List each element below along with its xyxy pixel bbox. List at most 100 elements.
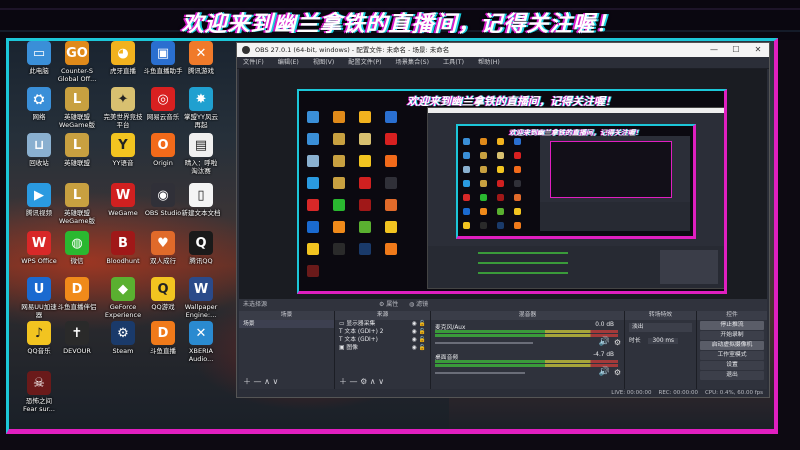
preview-mini-icon [359, 221, 371, 233]
menu-file[interactable]: 文件(F) [243, 59, 264, 66]
close-icon[interactable]: ✕ [747, 43, 769, 57]
settings-button[interactable]: 设置 [700, 361, 764, 370]
preview-mini-icon [359, 133, 371, 145]
exit-button[interactable]: 退出 [700, 371, 764, 380]
obs-titlebar[interactable]: OBS 27.0.1 (64-bit, windows) - 配置文件: 未命名… [237, 43, 769, 57]
geforce-icon: ◆ [111, 277, 135, 301]
menu-profile[interactable]: 配置文件(P) [348, 59, 381, 66]
computer-icon: ▭ [27, 41, 51, 65]
it-takes-two-icon: ♥ [151, 231, 175, 255]
track-db: 0.0 dB [595, 322, 614, 328]
speaker-icon[interactable]: 🔊 [599, 337, 610, 347]
obs-preview[interactable]: 欢迎来到幽兰拿铁的直播间，记得关注喔！ 欢迎来到幽兰拿铁的直播间，记得关注喔！ [239, 69, 767, 299]
preview-mini-icon [497, 166, 504, 173]
obs-title-text: OBS 27.0.1 (64-bit, windows) - 配置文件: 未命名… [255, 46, 450, 54]
huya-icon: ◕ [111, 41, 135, 65]
lol-icon: L [65, 133, 89, 157]
menu-help[interactable]: 帮助(H) [478, 59, 500, 66]
duration-row: 时长 300 ms [629, 335, 692, 344]
wegame-icon: W [111, 183, 135, 207]
menu-tools[interactable]: 工具(T) [443, 59, 464, 66]
source-item[interactable]: T 文本 (GDI+) 2 ◉ 🔓 [335, 328, 430, 336]
transitions-dock: 转场特效 淡出 时长 300 ms [625, 311, 697, 389]
preview-mini-icon [333, 243, 345, 255]
fear-icon: ☠ [27, 371, 51, 395]
netease-music-icon: ◎ [151, 87, 175, 111]
start-virtual-camera-button[interactable]: 启动虚拟摄像机 [700, 341, 764, 350]
controls-header: 控件 [697, 311, 767, 320]
volume-slider[interactable] [435, 372, 525, 374]
speaker-icon[interactable]: 🔊 [599, 367, 610, 377]
qq-icon: Q [189, 231, 213, 255]
steam-icon: ⚙ [111, 321, 135, 345]
mixer-dock: 混音器 麦克风/Aux 0.0 dB 🔊 ⚙ 桌面音频 -4.7 dB 🔊 ⚙ [431, 311, 625, 389]
scenes-header: 场景 [239, 311, 334, 320]
preview-mini-icon [359, 177, 371, 189]
menu-view[interactable]: 视图(V) [313, 59, 334, 66]
preview-mini-icon [480, 138, 487, 145]
menu-edit[interactable]: 编辑(E) [278, 59, 299, 66]
sources-footer[interactable]: ＋ — ⚙ ∧ ∨ [339, 376, 384, 387]
properties-button[interactable]: ⚙ 属性 [379, 299, 398, 311]
preview-mini-icon [480, 194, 487, 201]
source-item[interactable]: ▣ 图像 ◉ 🔓 [335, 344, 430, 352]
preview-mini-icon [514, 222, 521, 229]
preview-mini-icon [514, 180, 521, 187]
source-toolbar: 未选择源 ⚙ 属性 ◍ 滤镜 [239, 299, 767, 311]
duration-input[interactable]: 300 ms [648, 338, 679, 344]
desktop-icon[interactable]: ✕ XBERIA Audio... [173, 321, 229, 363]
desktop-icon[interactable]: ✸ 掌盟YY风云 再起 [173, 87, 229, 129]
maximize-icon[interactable]: ☐ [725, 43, 747, 57]
sources-dock: 来源 ▭ 显示器采集 ◉ 🔓 T 文本 (GDI+) 2 ◉ 🔓 T 文本 (GDI… [335, 311, 431, 389]
start-recording-button[interactable]: 开始录制 [700, 331, 764, 340]
tencent-game-icon: ✕ [189, 41, 213, 65]
preview-mini-icon [514, 166, 521, 173]
transition-select[interactable]: 淡出 [629, 323, 692, 332]
preview-mini-icon [307, 265, 319, 277]
desktop-icon[interactable]: W Wallpaper Engine:... [173, 277, 229, 319]
desktop-icon-label: 掌盟YY风云 再起 [184, 113, 218, 129]
desktop-icon[interactable]: ▯ 新建文本文档 [173, 183, 229, 217]
source-item[interactable]: T 文本 (GDI+) ◉ 🔓 [335, 336, 430, 344]
douyu-companion-icon: D [65, 277, 89, 301]
minimize-icon[interactable]: — [703, 43, 725, 57]
origin-icon: O [151, 133, 175, 157]
desktop-icon[interactable]: ☠ 恐怖之间 Fear sur... [11, 371, 67, 413]
preview-mini-icon [463, 138, 470, 145]
preview-mini-icon [307, 133, 319, 145]
desktop-icon[interactable]: ▤ 晴入：呼啦 淘汰赛 [173, 133, 229, 175]
transitions-header: 转场特效 [625, 311, 696, 320]
preview-mini-icon [497, 194, 504, 201]
stop-streaming-button[interactable]: 停止推流 [700, 321, 764, 330]
preview-mini-icon [385, 133, 397, 145]
lol-icon: L [65, 87, 89, 111]
preview-mini-icon [480, 208, 487, 215]
lol-icon: L [65, 183, 89, 207]
desktop-icon[interactable]: Q 腾讯QQ [173, 231, 229, 265]
gear-icon[interactable]: ⚙ [614, 338, 621, 347]
preview-mini-icon [497, 222, 504, 229]
desktop-icon-label: 腾讯QQ [189, 257, 213, 265]
mixer-track: 桌面音频 -4.7 dB 🔊 ⚙ [431, 350, 624, 380]
menu-scene-collection[interactable]: 场景集合(S) [396, 59, 430, 66]
audio-meter [435, 360, 618, 363]
desktop-icon[interactable]: ✕ 腾讯游戏 [173, 41, 229, 75]
preview-mini-icon [385, 155, 397, 167]
scenes-footer[interactable]: ＋ — ∧ ∨ [243, 376, 278, 387]
audio-meter [435, 364, 618, 367]
filters-button[interactable]: ◍ 滤镜 [409, 299, 428, 311]
desktop-icon-label: Wallpaper Engine:... [184, 303, 218, 319]
preview-mini-icon [385, 199, 397, 211]
obs-icon: ◉ [151, 183, 175, 207]
studio-mode-button[interactable]: 工作室模式 [700, 351, 764, 360]
preview-mini-icon [333, 111, 345, 123]
preview-mini-icon [359, 155, 371, 167]
preview2-obs-window [540, 136, 690, 231]
preview-mini-icon [480, 180, 487, 187]
volume-slider[interactable] [435, 342, 533, 344]
scene-item[interactable]: 场景 [239, 320, 334, 328]
mixer-header: 混音器 [431, 311, 624, 320]
source-item[interactable]: ▭ 显示器采集 ◉ 🔓 [335, 320, 430, 328]
scenes-dock: 场景 场景 ＋ — ∧ ∨ [239, 311, 335, 389]
gear-icon[interactable]: ⚙ [614, 368, 621, 377]
